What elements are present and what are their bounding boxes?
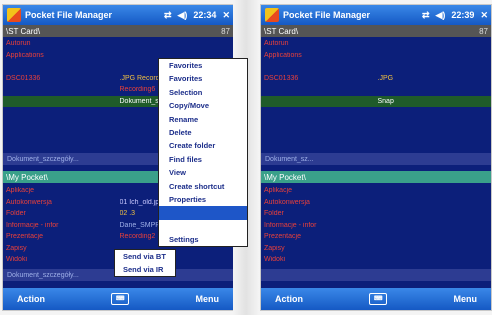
- menu-item[interactable]: Favorites: [159, 59, 247, 72]
- left-soft-key-bar: Action ⌨ Menu: [3, 288, 233, 310]
- file-name-left: Autokonwersja: [6, 198, 52, 206]
- right-status-line-2: [261, 269, 491, 281]
- right-bottom-path: \My Pocket\: [264, 172, 306, 182]
- menu-item[interactable]: Find files: [159, 153, 247, 166]
- right-bottom-file-list: Aplikacje Autokonwersja Folder Informacje -…: [261, 185, 491, 266]
- file-row[interactable]: Autokonwersja: [261, 197, 491, 209]
- file-name-left: Prezentacje: [264, 233, 301, 241]
- file-row[interactable]: Aplikacje: [261, 185, 491, 197]
- menu-item[interactable]: Favorites: [159, 72, 247, 85]
- right-app-title: Pocket File Manager: [283, 10, 371, 20]
- right-bottom-path-bar[interactable]: \My Pocket\: [261, 171, 491, 183]
- windows-start-icon[interactable]: [7, 8, 21, 22]
- menu-item[interactable]: Create folder: [159, 139, 247, 152]
- menu-item[interactable]: Create shortcut: [159, 180, 247, 193]
- keyboard-icon[interactable]: ⌨: [369, 293, 388, 305]
- file-row[interactable]: Autorun: [3, 38, 233, 50]
- file-name-left: Folder: [6, 210, 26, 218]
- file-name-right: Snap: [377, 97, 394, 105]
- right-top-path: \ST Card\: [264, 26, 299, 36]
- right-top-file-list: Autorun Applications DSC01336 .JPG Snap: [261, 38, 491, 119]
- file-name-left: DSC01336: [6, 74, 41, 82]
- menu-item-send[interactable]: [159, 206, 247, 220]
- context-menu: Favorites Favorites Selection Copy/Move Rena…: [158, 58, 248, 248]
- left-top-path: \ST Card\: [6, 26, 41, 36]
- file-name-left: Applications: [6, 51, 44, 59]
- file-name-left: Zapisy: [264, 244, 285, 252]
- file-row[interactable]: Snap: [261, 95, 491, 107]
- file-row[interactable]: DSC01336 .JPG: [261, 73, 491, 85]
- file-name-left: Informacje - infor: [264, 221, 317, 229]
- close-icon[interactable]: ✕: [480, 10, 488, 21]
- submenu-item[interactable]: Send via BT: [115, 250, 175, 263]
- file-name-left: Widoki: [6, 256, 28, 264]
- file-name-left: Widoki: [264, 256, 286, 264]
- file-row[interactable]: [261, 61, 491, 73]
- file-name-left: Aplikacje: [264, 187, 293, 195]
- right-top-path-indicator: 87: [479, 26, 488, 36]
- file-name-left: Applications: [264, 51, 302, 59]
- menu-item[interactable]: Delete: [159, 126, 247, 139]
- submenu-item[interactable]: Send via IR: [115, 263, 175, 276]
- keyboard-icon[interactable]: ⌨: [111, 293, 130, 305]
- file-row[interactable]: [261, 84, 491, 96]
- file-name-left: Zapisy: [6, 244, 27, 252]
- right-screen: Pocket File Manager ⇄ ◀) 22:39 ✕ \ST Car…: [260, 4, 492, 311]
- menu-item[interactable]: View: [159, 166, 247, 179]
- right-action-softkey[interactable]: Action: [275, 294, 303, 304]
- right-soft-key-bar: Action ⌨ Menu: [261, 288, 491, 310]
- connectivity-icon[interactable]: ⇄: [422, 10, 430, 21]
- file-name-left: Autorun: [6, 40, 31, 48]
- right-title-bar: Pocket File Manager ⇄ ◀) 22:39 ✕: [261, 5, 491, 25]
- menu-item[interactable]: Copy/Move: [159, 99, 247, 112]
- menu-item[interactable]: Rename: [159, 113, 247, 126]
- send-submenu: Send via BT Send via IR: [114, 249, 176, 277]
- file-name-left: Prezentacje: [6, 233, 43, 241]
- left-title-bar: Pocket File Manager ⇄ ◀) 22:34 ✕: [3, 5, 233, 25]
- volume-icon[interactable]: ◀): [436, 10, 446, 21]
- left-app-title: Pocket File Manager: [25, 10, 113, 20]
- file-name-left: Autorun: [264, 40, 289, 48]
- left-clock: 22:34: [193, 10, 217, 20]
- right-menu-softkey[interactable]: Menu: [454, 294, 478, 304]
- file-row[interactable]: Widoki: [261, 254, 491, 266]
- right-clock: 22:39: [451, 10, 475, 20]
- menu-item[interactable]: [159, 220, 247, 233]
- menu-item-settings[interactable]: Settings: [159, 233, 247, 246]
- right-status-line-1: Dokument_sz...: [261, 153, 491, 165]
- close-icon[interactable]: ✕: [222, 10, 230, 21]
- file-row[interactable]: Prezentacje: [261, 231, 491, 243]
- file-name-left: Informacje - infor: [6, 221, 59, 229]
- left-menu-softkey[interactable]: Menu: [196, 294, 220, 304]
- file-row[interactable]: [261, 107, 491, 119]
- menu-item[interactable]: Selection: [159, 86, 247, 99]
- file-name-left: Autokonwersja: [264, 198, 310, 206]
- file-name-left: Folder: [264, 210, 284, 218]
- file-row[interactable]: Applications: [261, 50, 491, 62]
- file-row[interactable]: Autorun: [261, 38, 491, 50]
- file-row[interactable]: Informacje - infor: [261, 220, 491, 232]
- windows-start-icon[interactable]: [265, 8, 279, 22]
- file-row[interactable]: Folder: [261, 208, 491, 220]
- left-action-softkey[interactable]: Action: [17, 294, 45, 304]
- file-name-right: .JPG: [377, 74, 394, 82]
- left-top-path-indicator: 87: [221, 26, 230, 36]
- file-name-left: Aplikacje: [6, 187, 35, 195]
- file-name-left: DSC01336: [264, 74, 299, 82]
- file-row[interactable]: Zapisy: [261, 243, 491, 255]
- right-top-path-bar[interactable]: \ST Card\ 87: [261, 25, 491, 37]
- left-top-path-bar[interactable]: \ST Card\ 87: [3, 25, 233, 37]
- menu-item[interactable]: Properties: [159, 193, 247, 206]
- volume-icon[interactable]: ◀): [178, 10, 188, 21]
- connectivity-icon[interactable]: ⇄: [164, 10, 172, 21]
